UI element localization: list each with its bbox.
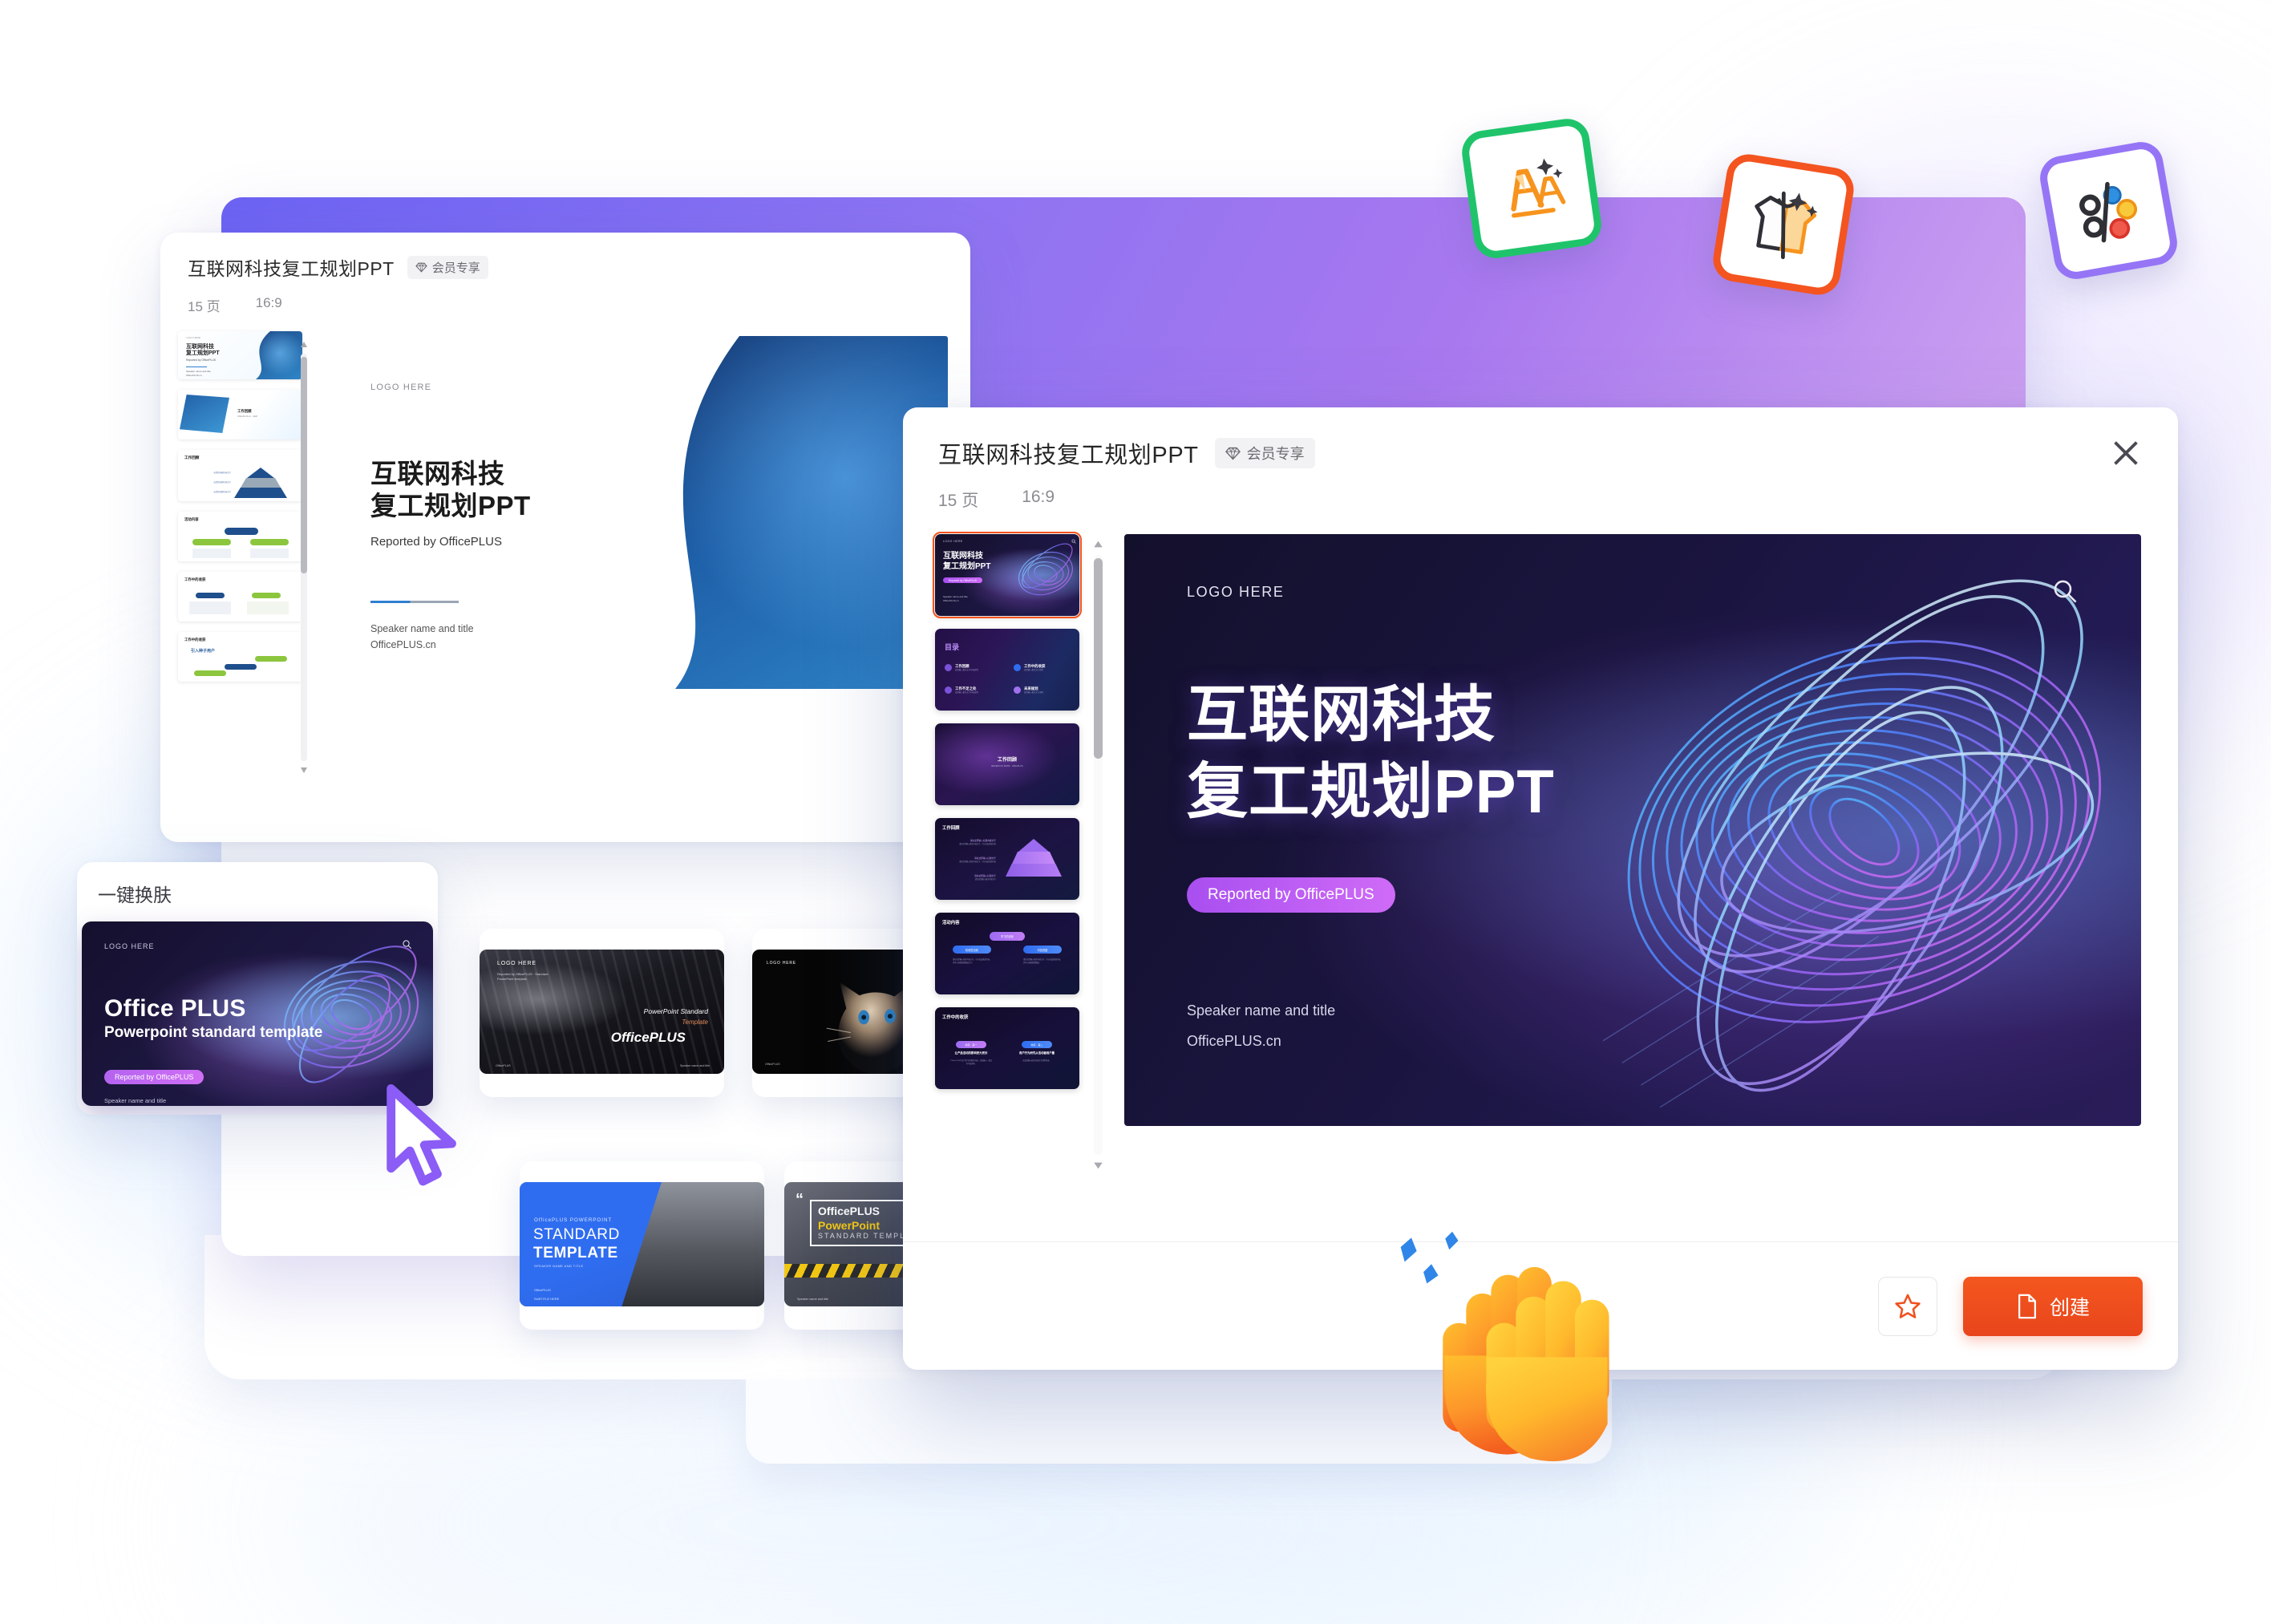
swirl-artwork [1018, 543, 1073, 596]
slide-logo: LOGO HERE [370, 383, 432, 392]
slide-preview: LOGO HERE 互联网科技 复工规划PPT Reported by Offi… [1124, 534, 2141, 1126]
list-item[interactable]: 工作回顾 OfficePLUS.cn · 2020 [178, 390, 302, 439]
card-speaker: SPEAKER NAME AND TITLE [534, 1264, 584, 1268]
thumbnail-slide-5[interactable]: 活动内容 学习的目标 阶段性目标 内容进度 请在这里输入相关内容文字，可以在此更… [935, 913, 1079, 994]
slide-heading: 互联网科技 复工规划PPT [1187, 681, 1555, 826]
skin-preview-card[interactable]: LOGO HERE Office PLUS Powerpoint standar… [82, 921, 433, 1106]
card-speaker: Speaker name and title [680, 1064, 710, 1067]
gem-icon [1225, 447, 1241, 460]
create-button-label: 创建 [2049, 1297, 2090, 1319]
card-subheading: Powerpoint standard template [104, 1024, 323, 1041]
tile-color[interactable] [2036, 138, 2181, 283]
card-speaker: Speaker name and title OfficePLUS.cn [104, 1097, 167, 1104]
card-line1: PowerPoint Standard [643, 1007, 708, 1015]
list-item[interactable]: 工作中的收获 引入种子用户 [178, 632, 302, 682]
scroll-up-icon[interactable] [300, 341, 308, 349]
card-speaker: Speaker name and title [797, 1298, 829, 1301]
card-logo: LOGO HERE [767, 961, 796, 966]
list-item[interactable]: 工作中的收获 [178, 572, 302, 622]
card-caption: Reported by OfficePLUS · Standard PowerPo… [497, 972, 549, 982]
swirl-artwork [1602, 579, 2102, 1108]
scrollbar[interactable] [1092, 537, 1103, 1172]
background-preview-window[interactable]: 互联网科技复工规划PPT 会员专享 15 页 16:9 LOGO HERE 互联… [160, 233, 970, 842]
list-item[interactable]: 工作回顾 这里是标题内容文字 这里是标题内容文字 这里是标题内容文字 [178, 450, 302, 501]
font-aa-icon [1511, 158, 1566, 218]
thumbnail-slide-3[interactable]: 工作回顾 REVIEW OF WORK · OfficePLUS [935, 723, 1079, 805]
card-pill: Reported by OfficePLUS [104, 1070, 204, 1084]
card-logo: LOGO HERE [497, 961, 536, 966]
card-logo: LOGO HERE [104, 942, 155, 950]
skin-panel-title: 一键换肤 [98, 885, 172, 905]
modal-header: 互联网科技复工规划PPT 会员专享 15 页 16:9 [903, 407, 2178, 512]
page-title: 互联网科技复工规划PPT [188, 258, 395, 279]
scrollbar[interactable] [300, 339, 308, 776]
card-sub: SUBTITLE HERE [534, 1297, 560, 1301]
tile-skin[interactable] [1710, 151, 1857, 298]
star-icon [1895, 1294, 1921, 1318]
aspect-ratio: 16:9 [1022, 488, 1055, 506]
list-item[interactable]: 活动内容 [178, 512, 302, 561]
template-detail-modal[interactable]: 互联网科技复工规划PPT 会员专享 15 页 16:9 LOGO HERE 互联… [903, 407, 2178, 1370]
aspect-ratio: 16:9 [255, 295, 282, 310]
background-slide-stage: LOGO HERE 互联网科技 复工规划PPT Reported by Offi… [321, 331, 970, 788]
card-line2: Template [682, 1019, 708, 1026]
template-card[interactable]: OfficePLUS POWERPOINT STANDARD TEMPLATE … [520, 1161, 764, 1330]
slide-stage: LOGO HERE 互联网科技 复工规划PPT Reported by Offi… [1103, 534, 2141, 1200]
card-brand: OfficePLUS [534, 1288, 551, 1292]
search-icon[interactable] [2051, 577, 2079, 605]
thumbnail-slide-4[interactable]: 工作回顾 请在这里输入标题内容文字 请在这里输入相关内容文字，可以在此更改内容 … [935, 818, 1079, 900]
thumbnail-slide-2[interactable]: 目录 工作回顾 这里输入相关文字内容说明 工作中的收获 这里输入相关文字说明 工作不… [935, 629, 1079, 711]
close-icon[interactable] [2107, 435, 2144, 472]
page-count: 15 页 [938, 492, 979, 510]
background-window-header: 互联网科技复工规划PPT 会员专享 15 页 16:9 [160, 233, 970, 315]
tile-font[interactable] [1459, 115, 1605, 261]
card-eyebrow: OfficePLUS POWERPOINT [534, 1217, 613, 1223]
slide-preview: LOGO HERE 互联网科技 复工规划PPT Reported by Offi… [329, 336, 948, 689]
card-quote-mark: “ [795, 1191, 804, 1209]
card-line1: STANDARD [533, 1226, 620, 1243]
page-count: 15 页 [188, 299, 221, 314]
scroll-up-icon[interactable] [1093, 539, 1103, 549]
thumbnail-slide-6[interactable]: 工作中的收获 收获 · 其一 让产品活动的影响更大更好 “OfficePLUS产… [935, 1007, 1079, 1089]
shirt-skin-icon [1755, 191, 1818, 260]
vip-badge-label: 会员专享 [431, 261, 480, 275]
color-palette-icon [2079, 181, 2137, 242]
slide-artwork [643, 336, 948, 689]
card-line2: TEMPLATE [533, 1245, 618, 1262]
list-item[interactable]: LOGO HERE 互联网科技 复工规划PPT Reported by Offic… [178, 331, 302, 379]
slide-divider [370, 601, 459, 603]
swirl-artwork [283, 946, 419, 1083]
thumbnail-slide-1[interactable]: LOGO HERE 互联网科技复工规划PPT Reported by Offi [933, 532, 1082, 618]
vip-badge-label: 会员专享 [1246, 446, 1305, 462]
slide-thumbnail-rail[interactable]: LOGO HERE 互联网科技复工规划PPT Reported by Offi [933, 532, 1103, 1200]
background-thumbnail-list[interactable]: LOGO HERE 互联网科技 复工规划PPT Reported by Offic… [160, 331, 321, 788]
mouse-cursor [387, 1084, 456, 1186]
card-brand: OfficePLUS [765, 1063, 780, 1066]
status-badge: 会员专享 [407, 255, 488, 279]
slide-heading: 互联网科技 复工规划PPT [370, 459, 531, 521]
slide-speaker: Speaker name and title OfficePLUS.cn [1187, 1002, 1336, 1049]
slide-pill: Reported by OfficePLUS [1187, 877, 1395, 913]
scroll-down-icon[interactable] [300, 766, 308, 774]
skin-change-panel[interactable]: 一键换肤 LOGO HERE Office PLUS Powerpoint st… [77, 862, 438, 1115]
modal-title: 互联网科技复工规划PPT [938, 443, 1199, 468]
gem-icon [415, 261, 427, 273]
status-badge: 会员专享 [1214, 438, 1315, 468]
scroll-down-icon[interactable] [1093, 1160, 1103, 1171]
create-button[interactable]: 创建 [1963, 1277, 2143, 1336]
slide-speaker: Speaker name and title OfficePLUS.cn [370, 623, 474, 650]
clapping-hands-emoji [1443, 1266, 1609, 1462]
card-line2: PowerPoint [818, 1219, 880, 1232]
slide-subtitle: Reported by OfficePLUS [370, 535, 502, 549]
card-brand: OfficePLUS [610, 1030, 686, 1045]
document-icon [2018, 1294, 2036, 1319]
card-line1: OfficePLUS [818, 1205, 880, 1217]
slide-logo: LOGO HERE [1187, 584, 1285, 600]
card-heading: Office PLUS [104, 995, 246, 1022]
template-card[interactable]: LOGO HERE Reported by OfficePLUS · Stand… [480, 929, 724, 1097]
favorite-button[interactable] [1878, 1277, 1937, 1336]
